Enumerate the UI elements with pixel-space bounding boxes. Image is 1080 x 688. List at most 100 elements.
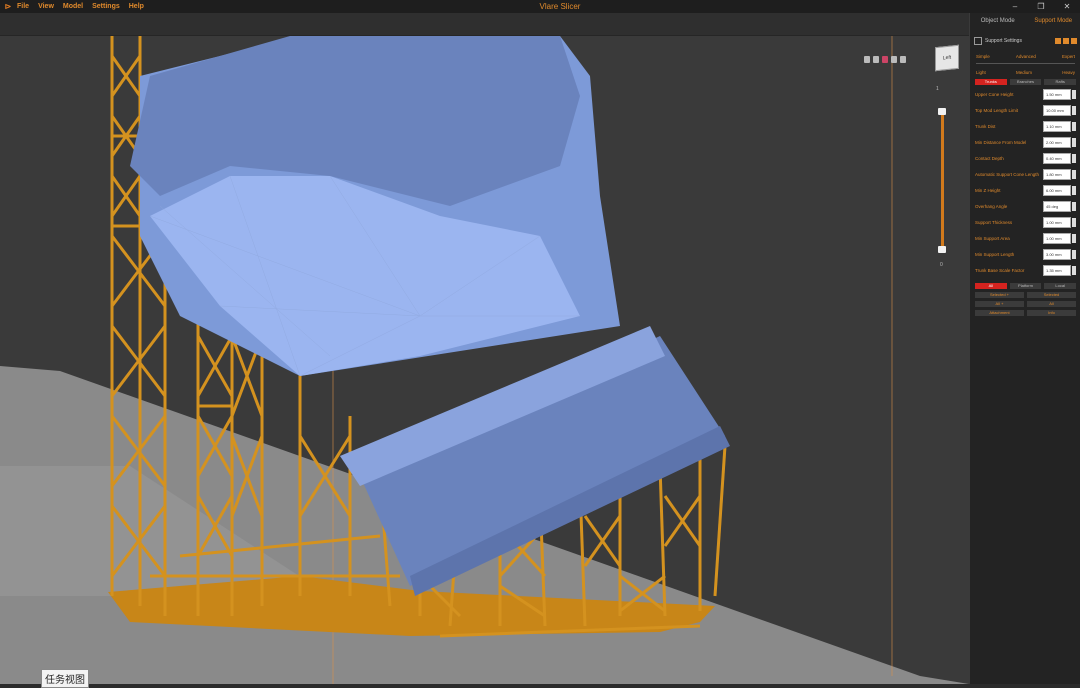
spinner[interactable] (1072, 186, 1076, 195)
layer-bottom-value: 0 (940, 262, 943, 268)
density-slider[interactable] (976, 63, 1075, 64)
selected-button[interactable]: Selected (1027, 292, 1076, 298)
layer-slider-top-handle[interactable] (938, 108, 946, 115)
toolbar (0, 13, 969, 36)
view-tool-icon[interactable] (864, 56, 870, 63)
tab-support-mode[interactable]: Support Mode (1026, 13, 1080, 30)
all-plus-button[interactable]: All + (975, 301, 1024, 307)
setting-input[interactable]: 1.50 mm (1043, 89, 1071, 100)
layer-slider-track[interactable] (941, 113, 944, 253)
spinner[interactable] (1072, 218, 1076, 227)
setting-field: Overhang Angle 45 deg (970, 200, 1080, 213)
header-actions (1055, 38, 1077, 44)
platform-button[interactable]: Platform (1010, 283, 1042, 289)
spinner[interactable] (1072, 90, 1076, 99)
spinner[interactable] (1072, 170, 1076, 179)
menu-settings[interactable]: Settings (92, 3, 120, 10)
density-expert[interactable]: Expert (1062, 54, 1075, 59)
trunks-button[interactable]: Trunks (975, 79, 1007, 85)
edit-icon[interactable] (1063, 38, 1069, 44)
setting-label: Contact Depth (975, 156, 1043, 161)
setting-label: Min Support Area (975, 236, 1043, 241)
setting-label: Support Thickness (975, 220, 1043, 225)
setting-label: Top Mod Length Limit (975, 108, 1043, 113)
spinner[interactable] (1072, 234, 1076, 243)
spinner[interactable] (1072, 250, 1076, 259)
setting-input[interactable]: 2.00 mm (1043, 137, 1071, 148)
setting-field: Top Mod Length Limit 10.00 mm (970, 104, 1080, 117)
setting-field: Contact Depth 0.40 mm (970, 152, 1080, 165)
view-tool-icon[interactable] (900, 56, 906, 63)
setting-label: Overhang Angle (975, 204, 1043, 209)
setting-input[interactable]: 1.35 mm (1043, 265, 1071, 276)
spinner[interactable] (1072, 122, 1076, 131)
scene-render (0, 36, 969, 684)
local-button[interactable]: Local (1044, 283, 1076, 289)
all-button[interactable]: All (975, 283, 1007, 289)
selected-plus-button[interactable]: Selected + (975, 292, 1024, 298)
menu-view[interactable]: View (38, 3, 54, 10)
3d-viewport[interactable]: Left 1 0 (0, 36, 969, 684)
all-grid-button[interactable]: All (1027, 301, 1076, 307)
setting-input[interactable]: 3.00 mm (1043, 249, 1071, 260)
setting-field: Min Z Height 6.00 mm (970, 184, 1080, 197)
view-tool-icon[interactable] (882, 56, 888, 63)
maximize-button[interactable]: ❐ (1028, 0, 1054, 13)
branches-button[interactable]: Branches (1010, 79, 1042, 85)
tab-object-mode[interactable]: Object Mode (970, 13, 1026, 30)
size-labels: Light Medium Heavy (970, 70, 1080, 75)
save-icon[interactable] (1055, 38, 1061, 44)
density-simple[interactable]: Simple (976, 54, 990, 59)
setting-label: Trunk Dist (975, 124, 1043, 129)
setting-label: Min Z Height (975, 188, 1043, 193)
minimize-button[interactable]: – (1002, 0, 1028, 13)
setting-field: Support Thickness 1.00 mm (970, 216, 1080, 229)
setting-input[interactable]: 6.00 mm (1043, 185, 1071, 196)
spinner[interactable] (1072, 202, 1076, 211)
window-title: Vlare Slicer (0, 2, 1080, 11)
setting-field: Min Support Area 1.00 mm (970, 232, 1080, 245)
density-labels: Simple Advanced Expert (970, 54, 1080, 59)
spinner[interactable] (1072, 266, 1076, 275)
view-tool-icon[interactable] (873, 56, 879, 63)
support-type-buttons: Trunks Branches Rafts (970, 79, 1080, 85)
setting-field: Trunk Base Scale Factor 1.35 mm (970, 264, 1080, 277)
close-button[interactable]: ✕ (1054, 0, 1080, 13)
setting-input[interactable]: 1.00 mm (1043, 233, 1071, 244)
navigation-cube[interactable]: Left (935, 45, 959, 72)
menu-help[interactable]: Help (129, 3, 144, 10)
size-medium[interactable]: Medium (1016, 70, 1032, 75)
spinner[interactable] (1072, 154, 1076, 163)
attachment-button[interactable]: Attachment (975, 310, 1024, 316)
setting-input[interactable]: 10.00 mm (1043, 105, 1071, 116)
support-panel: Object Mode Support Mode Support Setting… (969, 13, 1080, 684)
window-controls: – ❐ ✕ (1002, 0, 1080, 13)
menu-file[interactable]: File (17, 3, 29, 10)
layer-slider-bottom-handle[interactable] (938, 246, 946, 253)
setting-input[interactable]: 45 deg (1043, 201, 1071, 212)
spinner[interactable] (1072, 106, 1076, 115)
setting-input[interactable]: 1.10 mm (1043, 121, 1071, 132)
layer-top-value: 1 (936, 86, 939, 92)
setting-field: Upper Cone Height 1.50 mm (970, 88, 1080, 101)
mode-tabs: Object Mode Support Mode (970, 13, 1080, 30)
setting-field: Min Distance From Model 2.00 mm (970, 136, 1080, 149)
size-light[interactable]: Light (976, 70, 986, 75)
view-tool-icon[interactable] (891, 56, 897, 63)
setting-input[interactable]: 1.00 mm (1043, 217, 1071, 228)
support-settings-header: Support Settings (970, 34, 1080, 48)
selection-buttons: Selected + Selected All + All Attachment… (970, 292, 1080, 316)
setting-label: Min Distance From Model (975, 140, 1043, 145)
view-tools (864, 56, 906, 63)
task-view-label: 任务视图 (41, 669, 89, 688)
info-button[interactable]: Info (1027, 310, 1076, 316)
setting-input[interactable]: 1.80 mm (1043, 169, 1071, 180)
density-advanced[interactable]: Advanced (1016, 54, 1036, 59)
setting-input[interactable]: 0.40 mm (1043, 153, 1071, 164)
size-heavy[interactable]: Heavy (1062, 70, 1075, 75)
menu-model[interactable]: Model (63, 3, 83, 10)
rafts-button[interactable]: Rafts (1044, 79, 1076, 85)
reset-icon[interactable] (1071, 38, 1077, 44)
spinner[interactable] (1072, 138, 1076, 147)
setting-label: Automatic Support Cone Length (975, 172, 1043, 177)
